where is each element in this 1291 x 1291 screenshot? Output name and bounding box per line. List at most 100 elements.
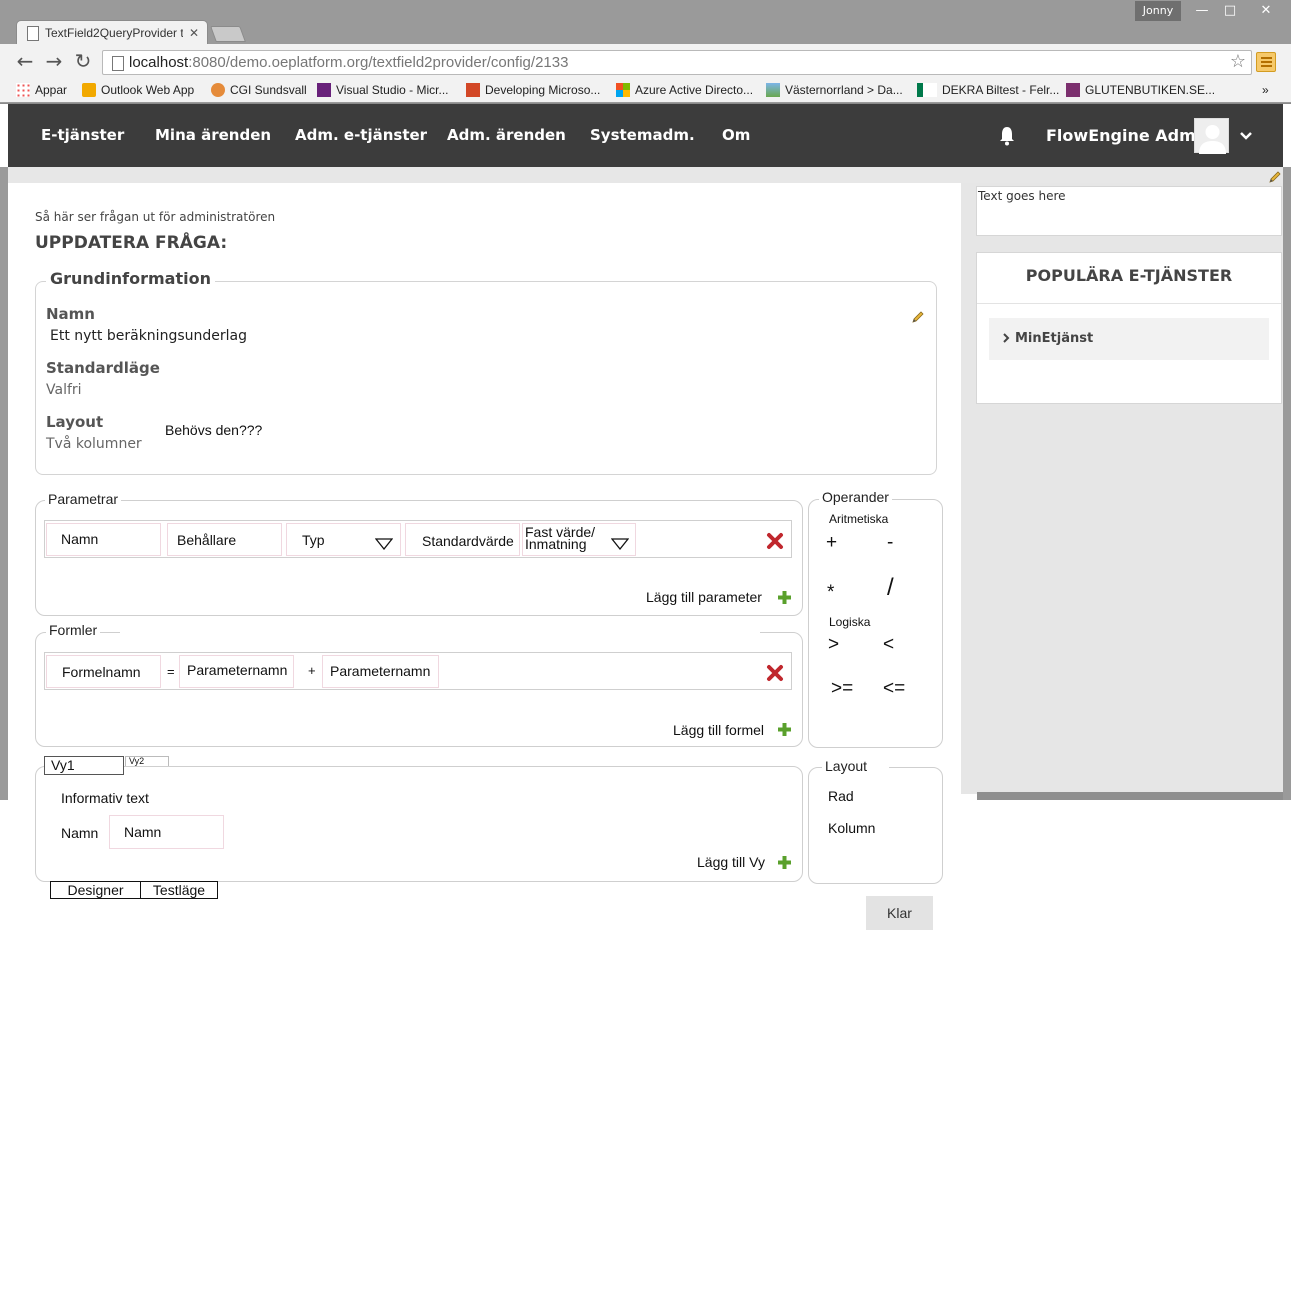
view-name-label: Namn: [61, 825, 99, 841]
minimize-icon[interactable]: —: [1188, 2, 1216, 20]
forward-arrow-icon[interactable]: →: [43, 50, 65, 72]
bookmark-item[interactable]: CGI Sundsvall: [211, 82, 307, 98]
equals-sign: =: [167, 664, 175, 679]
nav-item-systemadm[interactable]: Systemadm.: [590, 104, 695, 167]
bookmarks-more-icon[interactable]: »: [1262, 82, 1269, 98]
done-button[interactable]: Klar: [866, 896, 933, 930]
chevron-right-icon: [1003, 333, 1010, 343]
default-mode-value: Valfri: [46, 382, 82, 398]
operator-greater-than[interactable]: >: [828, 634, 839, 656]
apps-grid-icon: [16, 83, 30, 97]
bookmark-item[interactable]: Västernorrland > Da...: [766, 82, 903, 98]
tumblr-icon: [1066, 83, 1080, 97]
sidebar-text-box: Text goes here: [976, 186, 1282, 236]
tab-test-mode[interactable]: Testläge: [140, 881, 218, 899]
add-view-button[interactable]: Lägg till Vy: [697, 854, 765, 870]
arithmetic-label: Aritmetiska: [829, 512, 889, 526]
parameter-default-field[interactable]: Standardvärde: [405, 523, 520, 556]
tab-designer[interactable]: Designer: [50, 881, 141, 899]
notification-bell-icon[interactable]: [998, 125, 1016, 147]
operator-less-equal[interactable]: <=: [883, 678, 905, 700]
parameters-legend: Parametrar: [45, 491, 122, 507]
sidebar-bottom-bar: [977, 792, 1283, 800]
page-frame-right: [1283, 167, 1291, 800]
bookmark-item[interactable]: Azure Active Directo...: [616, 82, 753, 98]
visual-studio-icon: [317, 83, 331, 97]
tab-close-icon[interactable]: ✕: [189, 21, 199, 45]
nav-item-mina-arenden[interactable]: Mina ärenden: [155, 104, 271, 167]
formula-param-2-field[interactable]: Parameternamn: [322, 655, 439, 688]
legend-gap: [120, 631, 760, 633]
formula-name-field[interactable]: Formelnamn: [46, 655, 161, 688]
popular-service-item[interactable]: MinEtjänst: [989, 318, 1269, 360]
bookmark-item[interactable]: Appar: [16, 82, 67, 98]
new-tab-button[interactable]: [210, 26, 246, 42]
close-window-icon[interactable]: ✕: [1251, 2, 1281, 20]
operator-less-than[interactable]: <: [883, 634, 894, 656]
layout-label: Layout: [46, 413, 104, 431]
edit-pencil-icon[interactable]: [911, 310, 925, 324]
address-bar[interactable]: localhost:8080/demo.oeplatform.org/textf…: [102, 50, 1252, 75]
nav-item-om[interactable]: Om: [722, 104, 750, 167]
parameter-type-select[interactable]: Typ: [286, 523, 401, 556]
bookmark-star-icon[interactable]: ☆: [1228, 50, 1248, 74]
formula-param-1-field[interactable]: Parameternamn: [179, 655, 294, 688]
operator-minus[interactable]: -: [887, 532, 893, 554]
view-name-field[interactable]: Namn: [109, 815, 224, 849]
pencil-icon[interactable]: [1268, 170, 1282, 184]
chevron-down-icon[interactable]: [1238, 128, 1254, 144]
layout-value: Två kolumner: [46, 436, 142, 452]
default-mode-label: Standardläge: [46, 359, 160, 377]
back-arrow-icon[interactable]: ←: [14, 50, 36, 72]
view-tab-vy2[interactable]: Vy2: [125, 756, 169, 766]
parameter-name-field[interactable]: Namn: [46, 523, 161, 556]
page-icon: [112, 56, 124, 71]
browser-user-badge[interactable]: Jonny: [1135, 1, 1181, 21]
view-tab-vy1[interactable]: Vy1: [44, 756, 124, 775]
nav-item-etjanster[interactable]: E-tjänster: [41, 104, 124, 167]
add-plus-icon[interactable]: [777, 590, 792, 605]
layout-option-row[interactable]: Rad: [828, 788, 854, 804]
avatar[interactable]: [1194, 118, 1229, 154]
microsoft-icon: [616, 83, 630, 97]
popular-services-title: POPULÄRA E-TJÄNSTER: [1025, 266, 1233, 285]
nav-item-adm-etjanster[interactable]: Adm. e-tjänster: [295, 104, 427, 167]
logical-label: Logiska: [829, 615, 871, 629]
content-top-strip: [8, 167, 1283, 183]
parameter-container-field[interactable]: Behållare: [167, 523, 282, 556]
bookmark-item[interactable]: Visual Studio - Micr...: [317, 82, 449, 98]
informative-text: Informativ text: [61, 790, 149, 806]
operator-plus[interactable]: +: [826, 532, 837, 554]
dropdown-triangle-icon: [375, 538, 393, 550]
bookmark-item[interactable]: DEKRA Biltest - Felr...: [917, 82, 1059, 98]
browser-tab-title: TextField2QueryProvider t: [45, 26, 183, 40]
browser-tab-active[interactable]: TextField2QueryProvider t ✕: [16, 20, 208, 44]
bookmark-item[interactable]: Developing Microso...: [466, 82, 600, 98]
operator-greater-equal[interactable]: >=: [831, 678, 853, 700]
nav-item-adm-arenden[interactable]: Adm. ärenden: [447, 104, 566, 167]
parameter-fixed-input-select[interactable]: Fast värde/ Inmatning: [522, 523, 636, 556]
delete-formula-icon[interactable]: [766, 664, 784, 682]
operator-multiply[interactable]: *: [827, 582, 834, 604]
add-plus-icon[interactable]: [777, 855, 792, 870]
bookmark-item[interactable]: GLUTENBUTIKEN.SE...: [1066, 82, 1215, 98]
delete-parameter-icon[interactable]: [766, 532, 784, 550]
operator-divide[interactable]: /: [887, 574, 894, 602]
maximize-icon[interactable]: □: [1216, 2, 1244, 20]
cgi-icon: [211, 83, 225, 97]
bookmark-item[interactable]: Outlook Web App: [82, 82, 194, 98]
bookmarks-bar: Appar Outlook Web App CGI Sundsvall Visu…: [0, 78, 1291, 102]
layout-option-column[interactable]: Kolumn: [828, 820, 875, 836]
add-formula-button[interactable]: Lägg till formel: [673, 722, 764, 738]
name-value: Ett nytt beräkningsunderlag: [50, 328, 247, 344]
page-icon: [27, 26, 39, 41]
add-parameter-button[interactable]: Lägg till parameter: [646, 589, 762, 605]
video-icon: [466, 83, 480, 97]
user-name[interactable]: FlowEngine Admin: [1046, 104, 1213, 167]
url-host: localhost: [129, 54, 189, 71]
reload-icon[interactable]: ↻: [72, 50, 94, 72]
basic-info-fieldset: [35, 281, 937, 475]
add-plus-icon[interactable]: [777, 722, 792, 737]
browser-menu-icon[interactable]: [1256, 52, 1276, 72]
page-frame-left: [0, 167, 8, 800]
